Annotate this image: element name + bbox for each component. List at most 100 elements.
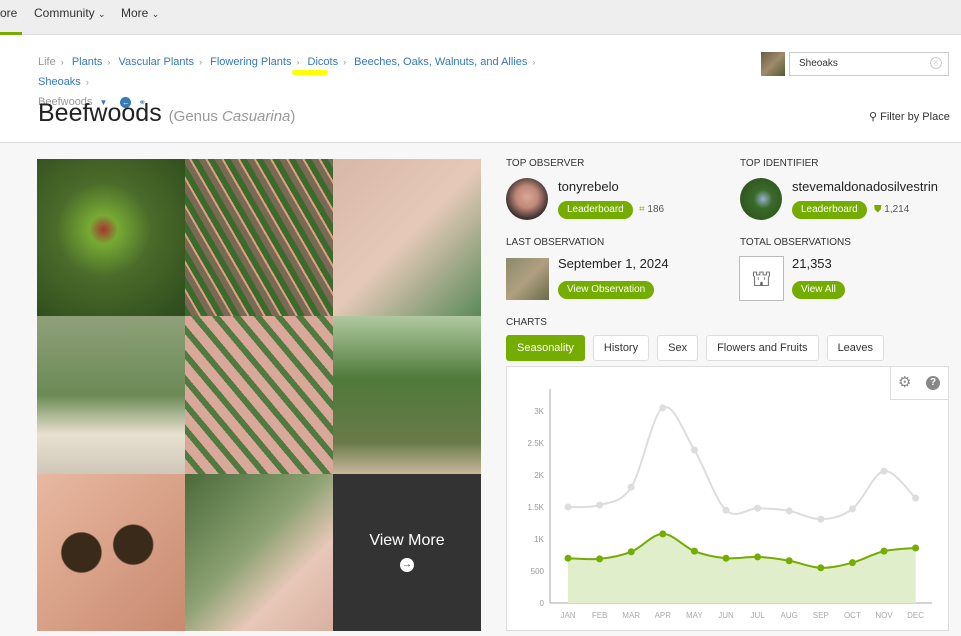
x-tick-label: MAY: [686, 611, 703, 620]
data-point: [722, 554, 730, 562]
top-observer-name[interactable]: tonyrebelo: [558, 179, 619, 194]
avatar[interactable]: [740, 178, 782, 220]
photo[interactable]: [37, 473, 185, 631]
chart-tools: ⚙ ?: [890, 367, 948, 400]
last-observation-label: LAST OBSERVATION: [506, 237, 605, 248]
data-point: [690, 547, 698, 555]
page-title: Beefwoods (Genus Casuarina): [38, 99, 296, 127]
photo[interactable]: [185, 159, 333, 317]
series-line: [567, 406, 917, 521]
x-tick-label: SEP: [813, 611, 829, 620]
tab-sex[interactable]: Sex: [657, 335, 699, 361]
data-point: [659, 530, 667, 538]
binoculars-icon: ⛫: [739, 256, 784, 301]
nav-explore[interactable]: ore: [0, 6, 17, 20]
data-point: [817, 564, 825, 572]
view-observation-button[interactable]: View Observation: [558, 281, 655, 299]
data-point: [627, 483, 635, 491]
taxon-rank: (Genus Casuarina): [168, 108, 296, 125]
tab-leaves[interactable]: Leaves: [826, 335, 885, 361]
charts-label: CHARTS: [506, 317, 547, 328]
taxon-search-input[interactable]: Sheoaks ×: [789, 52, 949, 76]
crumb-beeches-oaks[interactable]: Beeches, Oaks, Walnuts, and Allies: [354, 56, 527, 68]
data-point: [848, 559, 856, 567]
y-tick-label: 3K: [534, 407, 544, 416]
crumb-plants[interactable]: Plants: [72, 56, 103, 68]
x-tick-label: AUG: [781, 611, 798, 620]
crumb-flowering-plants[interactable]: Flowering Plants: [210, 56, 291, 68]
avatar[interactable]: [506, 178, 548, 220]
data-point: [880, 547, 888, 555]
chart-tabs: Seasonality History Sex Flowers and Frui…: [506, 335, 885, 361]
data-point: [690, 446, 698, 454]
view-all-button[interactable]: View All: [792, 281, 845, 299]
y-tick-label: 2K: [534, 471, 544, 480]
x-tick-label: JUL: [750, 611, 765, 620]
photo[interactable]: [333, 316, 481, 474]
y-tick-label: 1.5K: [528, 503, 545, 512]
gear-icon[interactable]: ⚙: [898, 373, 911, 391]
data-point: [596, 501, 604, 509]
last-observation-photo[interactable]: [506, 258, 549, 300]
crumb-life[interactable]: Life: [38, 56, 56, 68]
total-observations-count: 21,353: [792, 256, 832, 271]
identification-icon: ⛊: [874, 204, 882, 215]
top-identifier-name[interactable]: stevemaldonadosilvestrin: [792, 179, 949, 194]
data-point: [848, 505, 856, 513]
photo[interactable]: [333, 159, 481, 317]
data-point: [564, 554, 572, 562]
clear-icon[interactable]: ×: [930, 57, 942, 69]
taxon-thumbnail: [761, 52, 785, 76]
data-point: [880, 467, 888, 475]
photo[interactable]: [37, 159, 185, 317]
arrow-right-icon: →: [400, 558, 414, 573]
tab-flowers-and-fruits[interactable]: Flowers and Fruits: [706, 335, 819, 361]
x-tick-label: JAN: [560, 611, 575, 620]
photo[interactable]: [185, 316, 333, 474]
help-icon[interactable]: ?: [926, 376, 940, 390]
x-tick-label: DEC: [907, 611, 924, 620]
active-nav-indicator: [0, 32, 22, 35]
observer-leaderboard-button[interactable]: Leaderboard: [558, 201, 633, 219]
crumb-dicots[interactable]: Dicots: [308, 56, 339, 68]
data-point: [817, 515, 825, 523]
top-nav: ore Community ⌄ More ⌄: [0, 0, 961, 35]
total-observations-label: TOTAL OBSERVATIONS: [740, 237, 851, 248]
identifier-leaderboard-button[interactable]: Leaderboard: [792, 201, 867, 219]
chevron-down-icon: ⌄: [98, 9, 106, 19]
data-point: [754, 553, 762, 561]
crumb-vascular-plants[interactable]: Vascular Plants: [118, 56, 194, 68]
filter-by-place-button[interactable]: ⚲ Filter by Place: [869, 110, 950, 123]
top-observer-label: TOP OBSERVER: [506, 158, 585, 169]
x-tick-label: FEB: [592, 611, 608, 620]
y-tick-label: 1K: [534, 535, 544, 544]
chart-svg: 0 500 1K 1.5K 2K 2.5K 3K JAN FEB MAR APR MAY JUN JUL A…: [528, 389, 932, 620]
view-more-button[interactable]: View More →: [333, 473, 481, 631]
top-identifier-label: TOP IDENTIFIER: [740, 158, 819, 169]
y-tick-label: 2.5K: [528, 439, 545, 448]
data-point: [596, 555, 604, 563]
series-area: [568, 533, 916, 603]
data-point: [912, 544, 920, 552]
binoculars-icon: ⌗: [639, 204, 645, 215]
photo-grid: View More →: [37, 159, 481, 631]
data-point: [564, 503, 572, 511]
data-point: [785, 507, 793, 515]
x-tick-label: APR: [655, 611, 672, 620]
x-tick-label: JUN: [718, 611, 734, 620]
data-point: [627, 548, 635, 556]
data-point: [722, 506, 730, 514]
data-point: [785, 557, 793, 565]
x-tick-label: NOV: [875, 611, 893, 620]
nav-community[interactable]: Community ⌄: [34, 6, 106, 20]
crumb-sheoaks[interactable]: Sheoaks: [38, 76, 81, 88]
photo[interactable]: [185, 473, 333, 631]
seasonality-chart: ⚙ ? 0 500 1K 1.5K 2K 2.5K 3K JAN FEB MAR APR MAY JUN…: [506, 366, 949, 631]
nav-more[interactable]: More ⌄: [121, 6, 159, 20]
data-point: [659, 404, 667, 412]
map-pin-icon: ⚲: [869, 111, 878, 123]
photo[interactable]: [37, 316, 185, 474]
tab-seasonality[interactable]: Seasonality: [506, 335, 585, 361]
chevron-down-icon: ⌄: [151, 9, 160, 19]
tab-history[interactable]: History: [592, 335, 650, 361]
